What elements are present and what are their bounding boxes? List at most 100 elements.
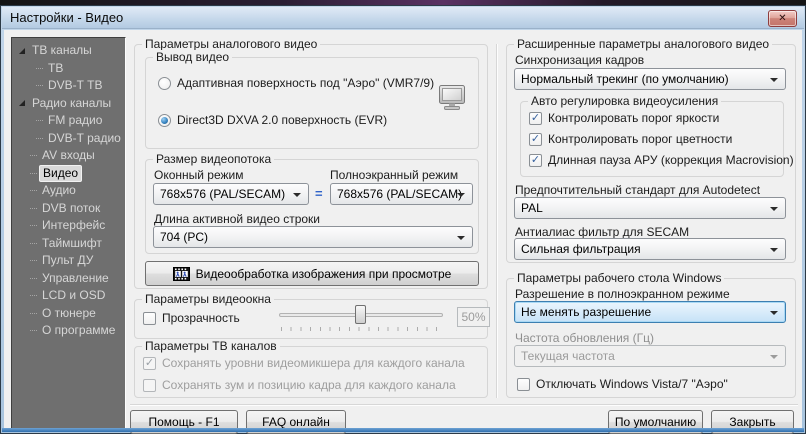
tree-item-timeshift[interactable]: Таймшифт: [12, 235, 125, 253]
dialog-client-area: ТВ каналы ТВ DVB-T ТВ Радио каналы FM ра…: [4, 30, 802, 428]
radio-aero-surface[interactable]: [158, 77, 171, 90]
transparency-value: 50%: [461, 310, 485, 324]
help-button-label: Помощь - F1: [148, 415, 219, 429]
tv-channels-group: Параметры ТВ каналов ✓ Сохранять уровни …: [134, 346, 488, 398]
antialias-select[interactable]: Сильная фильтрация: [514, 238, 786, 260]
tree-item-about-tuner[interactable]: О тюнере: [12, 305, 125, 323]
chevron-down-icon: [293, 193, 301, 197]
active-line-select[interactable]: 704 (PC): [153, 226, 473, 248]
tree-expander-icon[interactable]: [19, 100, 25, 106]
sync-select[interactable]: Нормальный трекинг (по умолчанию): [514, 68, 786, 90]
save-zoom-row: Сохранять зум и позицию кадра для каждог…: [143, 378, 456, 392]
agc-brightness-row[interactable]: ✓ Контролировать порог яркости: [529, 111, 719, 125]
tree-item-radio-channels[interactable]: Радио каналы: [12, 95, 125, 113]
group-caption: Параметры аналогового видео: [142, 37, 320, 51]
tree-item-dvbt-radio[interactable]: DVB-T радио: [12, 130, 125, 148]
windowed-mode-select[interactable]: 768x576 (PAL/SECAM): [153, 183, 309, 205]
check-icon: ✓: [145, 358, 154, 369]
tree-item-remote[interactable]: Пульт ДУ: [12, 252, 125, 270]
video-processing-button[interactable]: Видеообработка изображения при просмотре: [145, 261, 479, 286]
chevron-down-icon: [770, 311, 778, 315]
titlebar[interactable]: Настройки - Видео ✕: [2, 7, 804, 29]
agc-pause-row[interactable]: ✓ Длинная пауза АРУ (коррекция Macrovisi…: [529, 153, 794, 167]
resolution-value: Не менять разрешение: [521, 305, 651, 319]
tree-item-fm-radio[interactable]: FM радио: [12, 112, 125, 130]
save-mixer-row: ✓ Сохранять уровни видеомикшера для кажд…: [143, 356, 465, 370]
resolution-label: Разрешение в полноэкранном режиме: [515, 287, 730, 301]
resolution-select[interactable]: Не менять разрешение: [514, 301, 786, 323]
antialias-value: Сильная фильтрация: [521, 242, 641, 256]
sync-value: Нормальный трекинг (по умолчанию): [521, 72, 729, 86]
disable-aero-row[interactable]: Отключать Windows Vista/7 "Аэро": [517, 377, 728, 391]
transparency-row[interactable]: Прозрачность: [143, 311, 240, 325]
agc-chroma-checkbox[interactable]: ✓: [529, 133, 542, 146]
tree-item-label: Управление: [39, 271, 112, 286]
tree-item-control[interactable]: Управление: [12, 270, 125, 288]
group-caption: Параметры видеоокна: [142, 292, 274, 306]
tree-item-label: Пульт ДУ: [39, 253, 96, 268]
transparency-value-field[interactable]: 50%: [457, 307, 490, 327]
chevron-down-icon: [770, 248, 778, 252]
active-line-label: Длина активной видео строки: [154, 212, 320, 226]
group-caption: Вывод видео: [153, 50, 232, 64]
radio-row-aero[interactable]: Адаптивная поверхность под "Аэро" (VMR7/…: [158, 76, 434, 90]
check-icon: ✓: [531, 155, 540, 166]
tree-item-about-program[interactable]: О программе: [12, 322, 125, 340]
tree-item-interface[interactable]: Интерфейс: [12, 217, 125, 235]
tree-item-label: DVB поток: [39, 201, 103, 216]
radio-row-evr[interactable]: Direct3D DXVA 2.0 поверхность (EVR): [158, 113, 387, 127]
fullscreen-mode-value: 768x576 (PAL/SECAM): [337, 187, 462, 201]
agc-brightness-checkbox[interactable]: ✓: [529, 112, 542, 125]
disable-aero-label: Отключать Windows Vista/7 "Аэро": [536, 377, 728, 391]
transparency-slider[interactable]: [279, 305, 443, 333]
tree-item-dvb-stream[interactable]: DVB поток: [12, 200, 125, 218]
check-icon: ✓: [531, 134, 540, 145]
tree-item-label: ТВ: [45, 61, 66, 76]
standard-select[interactable]: PAL: [514, 197, 786, 219]
analog-video-group: Параметры аналогового видео Вывод видео …: [134, 44, 488, 289]
tree-expander-icon[interactable]: [19, 48, 25, 54]
tree-item-label: Видео: [39, 165, 82, 182]
agc-group: Авто регулировка видеоусиления ✓ Контрол…: [520, 101, 784, 177]
tree-item-label: DVB-T ТВ: [45, 78, 105, 93]
chevron-down-icon: [457, 236, 465, 240]
tree-item-tv-channels[interactable]: ТВ каналы: [12, 42, 125, 60]
tree-item-video[interactable]: Видео: [12, 165, 125, 183]
tree-item-lcd-osd[interactable]: LCD и OSD: [12, 287, 125, 305]
tree-item-label: Аудио: [39, 183, 79, 198]
desktop-settings-group: Параметры рабочего стола Windows Разреше…: [506, 278, 796, 398]
tree-item-label: LCD и OSD: [39, 288, 108, 303]
tree-item-tv[interactable]: ТВ: [12, 60, 125, 78]
video-processing-label: Видеообработка изображения при просмотре: [196, 267, 452, 281]
save-mixer-checkbox: ✓: [143, 357, 156, 370]
agc-pause-checkbox[interactable]: ✓: [529, 154, 542, 167]
monitor-icon: [436, 84, 468, 112]
slider-thumb[interactable]: [355, 305, 366, 324]
tree-item-label: DVB-T радио: [45, 131, 124, 146]
close-button[interactable]: ✕: [768, 10, 797, 27]
standard-label: Предпочтительный стандарт для Autodetect: [515, 183, 760, 197]
tree-item-label: Интерфейс: [39, 218, 108, 233]
filmstrip-icon: [173, 266, 190, 282]
tree-item-av-inputs[interactable]: AV входы: [12, 147, 125, 165]
agc-chroma-label: Контролировать порог цветности: [548, 132, 732, 146]
chevron-down-icon: [770, 207, 778, 211]
fullscreen-mode-label: Полноэкранный режим: [330, 168, 458, 182]
tree-item-label: О тюнере: [39, 306, 99, 321]
tree-item-label: AV входы: [39, 148, 98, 163]
video-window-group: Параметры видеоокна Прозрачность 50%: [134, 299, 488, 339]
tree-item-dvbt-tv[interactable]: DVB-T ТВ: [12, 77, 125, 95]
video-output-group: Вывод видео Адаптивная поверхность под "…: [145, 57, 479, 149]
tree-item-audio[interactable]: Аудио: [12, 182, 125, 200]
tree-item-label: ТВ каналы: [29, 43, 95, 58]
transparency-checkbox[interactable]: [143, 312, 156, 325]
agc-chroma-row[interactable]: ✓ Контролировать порог цветности: [529, 132, 732, 146]
save-mixer-label: Сохранять уровни видеомикшера для каждог…: [162, 356, 465, 370]
fullscreen-mode-select[interactable]: 768x576 (PAL/SECAM): [330, 183, 473, 205]
settings-tree: ТВ каналы ТВ DVB-T ТВ Радио каналы FM ра…: [11, 37, 126, 431]
group-caption: Параметры рабочего стола Windows: [514, 271, 724, 285]
group-caption: Размер видеопотока: [153, 152, 274, 166]
radio-evr-surface[interactable]: [158, 114, 171, 127]
disable-aero-checkbox[interactable]: [517, 378, 530, 391]
save-zoom-label: Сохранять зум и позицию кадра для каждог…: [162, 378, 456, 392]
